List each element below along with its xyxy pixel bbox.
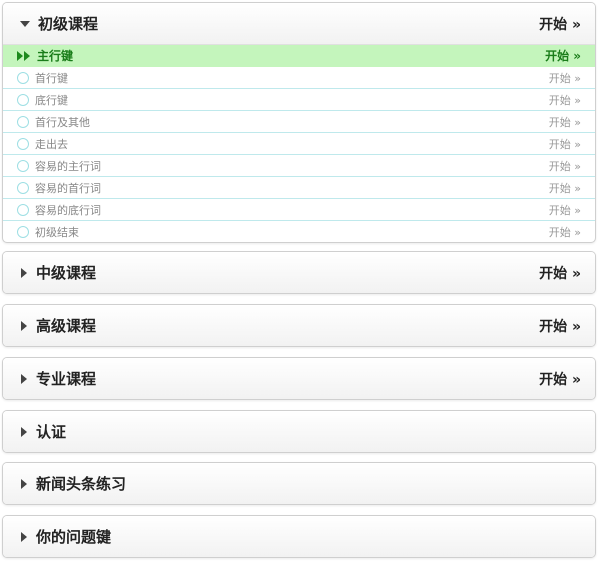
lesson-label: 走出去 (35, 137, 68, 151)
lesson-label: 容易的底行词 (35, 203, 101, 217)
lesson-item[interactable]: 底行键 开始 » (3, 89, 595, 111)
lesson-label: 初级结束 (35, 225, 79, 239)
lesson-label: 主行键 (37, 49, 74, 63)
empty-circle-icon (17, 203, 29, 216)
empty-circle-icon (17, 181, 29, 194)
lesson-start-link[interactable]: 开始 » (549, 180, 581, 196)
lesson-label: 首行键 (35, 71, 68, 85)
lesson-start-link[interactable]: 开始 » (545, 47, 581, 64)
lesson-item[interactable]: 容易的底行词 开始 » (3, 199, 595, 221)
section-certification-header[interactable]: 认证 (3, 411, 595, 452)
course-list: 初级课程 开始 » 主行键 开始 » 首行键 开始 » 底行键 开始 » 首行及… (0, 0, 600, 562)
section-title: 高级课程 (36, 317, 97, 335)
section-title: 专业课程 (36, 370, 97, 388)
triangle-down-icon (20, 20, 30, 27)
empty-circle-icon (17, 93, 29, 106)
section-start-link[interactable]: 开始 » (539, 14, 581, 34)
lesson-start-link[interactable]: 开始 » (549, 114, 581, 130)
section-professional: 专业课程 开始 » (2, 357, 596, 400)
triangle-right-icon (21, 373, 27, 384)
section-beginner-header[interactable]: 初级课程 开始 » (3, 3, 595, 44)
lesson-item[interactable]: 初级结束 开始 » (3, 221, 595, 242)
triangle-right-icon (21, 426, 27, 437)
lesson-item[interactable]: 容易的主行词 开始 » (3, 155, 595, 177)
empty-circle-icon (17, 115, 29, 128)
section-beginner: 初级课程 开始 » 主行键 开始 » 首行键 开始 » 底行键 开始 » 首行及… (2, 2, 596, 243)
triangle-right-icon (21, 320, 27, 331)
lesson-item[interactable]: 首行键 开始 » (3, 67, 595, 89)
lesson-label: 首行及其他 (35, 115, 90, 129)
lesson-item[interactable]: 首行及其他 开始 » (3, 111, 595, 133)
section-start-link[interactable]: 开始 » (539, 369, 581, 389)
section-intermediate-header[interactable]: 中级课程 开始 » (3, 252, 595, 293)
lesson-item[interactable]: 走出去 开始 » (3, 133, 595, 155)
lesson-list: 主行键 开始 » 首行键 开始 » 底行键 开始 » 首行及其他 开始 » 走出… (3, 44, 595, 242)
section-title: 初级课程 (38, 15, 99, 33)
triangle-right-icon (21, 531, 27, 542)
lesson-label: 容易的主行词 (35, 159, 101, 173)
lesson-label: 容易的首行词 (35, 181, 101, 195)
lesson-start-link[interactable]: 开始 » (549, 70, 581, 86)
section-problem-keys: 你的问题键 (2, 515, 596, 558)
section-start-link[interactable]: 开始 » (539, 263, 581, 283)
empty-circle-icon (17, 71, 29, 84)
triangle-right-icon (21, 478, 27, 489)
section-problem-keys-header[interactable]: 你的问题键 (3, 516, 595, 557)
section-title: 中级课程 (36, 264, 97, 282)
lesson-item[interactable]: 容易的首行词 开始 » (3, 177, 595, 199)
section-title: 新闻头条练习 (36, 475, 127, 493)
section-advanced-header[interactable]: 高级课程 开始 » (3, 305, 595, 346)
section-news-practice-header[interactable]: 新闻头条练习 (3, 463, 595, 504)
triangle-right-icon (21, 267, 27, 278)
section-title: 你的问题键 (36, 528, 112, 546)
section-start-link[interactable]: 开始 » (539, 316, 581, 336)
lesson-item-home-row[interactable]: 主行键 开始 » (3, 45, 595, 67)
section-professional-header[interactable]: 专业课程 开始 » (3, 358, 595, 399)
section-title: 认证 (36, 423, 67, 441)
section-news-practice: 新闻头条练习 (2, 462, 596, 505)
lesson-start-link[interactable]: 开始 » (549, 136, 581, 152)
empty-circle-icon (17, 159, 29, 172)
empty-circle-icon (17, 225, 29, 238)
empty-circle-icon (17, 137, 29, 150)
lesson-start-link[interactable]: 开始 » (549, 92, 581, 108)
section-intermediate: 中级课程 开始 » (2, 251, 596, 294)
section-advanced: 高级课程 开始 » (2, 304, 596, 347)
double-play-icon (17, 50, 31, 61)
lesson-label: 底行键 (35, 93, 68, 107)
section-certification: 认证 (2, 410, 596, 453)
lesson-start-link[interactable]: 开始 » (549, 224, 581, 240)
lesson-start-link[interactable]: 开始 » (549, 158, 581, 174)
lesson-start-link[interactable]: 开始 » (549, 202, 581, 218)
